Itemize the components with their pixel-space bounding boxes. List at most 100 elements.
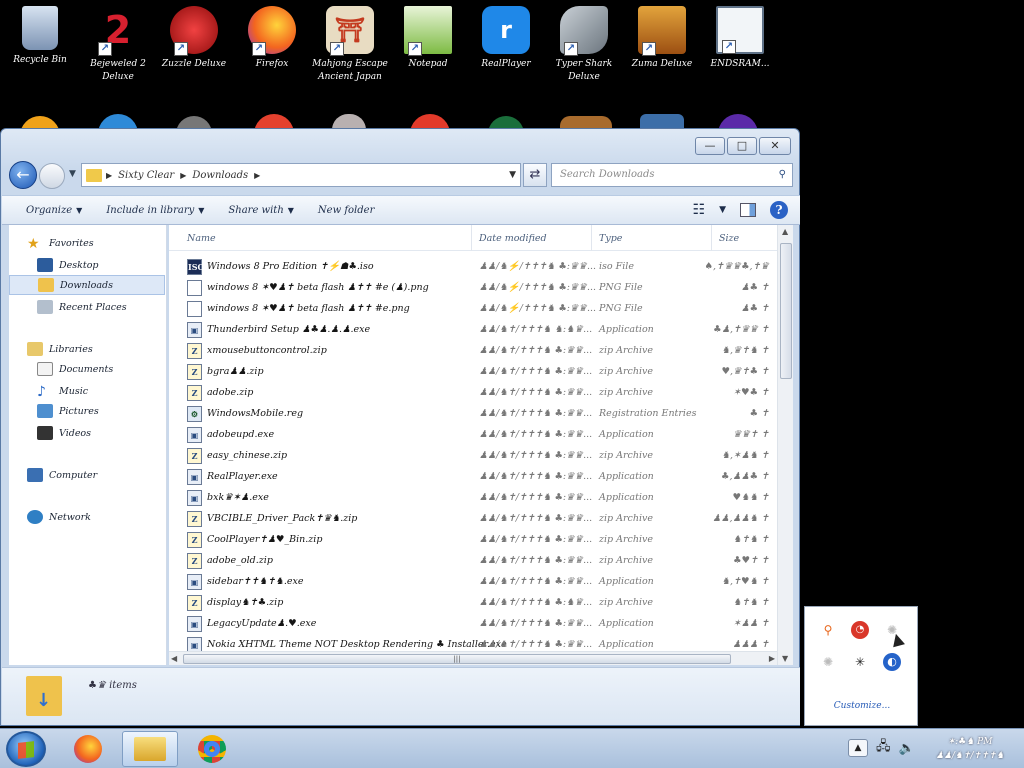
breadcrumb-downloads[interactable]: Downloads bbox=[192, 170, 248, 181]
table-row[interactable]: ISO Windows 8 Pro Edition ✝⚡☗♣.iso ♟♟/♞⚡/✝… bbox=[169, 257, 777, 278]
file-size: ♣,♟♟♣ ✝ bbox=[720, 471, 769, 482]
desktop-icon-realplayer[interactable]: r RealPlayer bbox=[468, 6, 544, 71]
sync-icon[interactable]: ◐ bbox=[883, 653, 901, 671]
navigation-pane: ★ Favorites Desktop Downloads Recent Plac… bbox=[9, 225, 167, 665]
table-row[interactable]: Zeasy_chinese.zip ♟♟/♞✝/✝✝✝♞ ♣:♛♛... zip A… bbox=[169, 446, 777, 467]
table-row[interactable]: ▣ bxk♛✶♟.exe ♟♟/♞✝/✝✝✝♞ ♣:♛♛... Application… bbox=[169, 488, 777, 509]
maximize-button[interactable]: □ bbox=[727, 137, 757, 155]
caption-buttons: — □ ✕ bbox=[695, 137, 791, 155]
loading-icon[interactable]: ✺ bbox=[819, 653, 837, 671]
table-row[interactable]: Zadobe.zip ♟♟/♞✝/✝✝✝♞ ♣:♛♛... zip Archive ✶… bbox=[169, 383, 777, 404]
file-size: ✶♟♟ ✝ bbox=[733, 618, 769, 629]
column-divider[interactable] bbox=[591, 225, 592, 251]
file-type: Application bbox=[599, 492, 654, 503]
taskbar-chrome[interactable] bbox=[184, 731, 240, 767]
table-row[interactable]: ▣ LegacyUpdate♟.♥.exe ♟♟/♞✝/✝✝✝♞ ♣:♛♛... Ap… bbox=[169, 614, 777, 635]
nav-favorites[interactable]: ★ Favorites bbox=[27, 233, 94, 253]
nav-network[interactable]: Network bbox=[27, 507, 91, 527]
taskbar-explorer[interactable] bbox=[122, 731, 178, 767]
column-divider[interactable] bbox=[711, 225, 712, 251]
desktop-icon-notepad[interactable]: ↗ Notepad bbox=[390, 6, 466, 71]
nav-videos[interactable]: Videos bbox=[37, 423, 91, 443]
desktop-icon-mahjong[interactable]: ⛩ ↗ Mahjong Escape Ancient Japan bbox=[312, 6, 388, 84]
table-row[interactable]: Zbgra♟♟.zip ♟♟/♞✝/✝✝✝♞ ♣:♛♛... zip Archive… bbox=[169, 362, 777, 383]
breadcrumb-sixty-clear[interactable]: Sixty Clear bbox=[118, 170, 174, 181]
column-header-type[interactable]: Type bbox=[599, 233, 622, 244]
customize-link[interactable]: Customize... bbox=[805, 701, 919, 711]
close-button[interactable]: ✕ bbox=[759, 137, 791, 155]
desktop-icon-recycle-bin[interactable]: Recycle Bin bbox=[2, 6, 78, 67]
asterisk-icon[interactable]: ✳ bbox=[851, 653, 869, 671]
refresh-button[interactable]: ⇄ bbox=[523, 163, 547, 187]
new-folder-button[interactable]: New folder bbox=[318, 205, 374, 216]
column-header-size[interactable]: Size bbox=[719, 233, 739, 244]
nav-recent-places[interactable]: Recent Places bbox=[37, 297, 127, 317]
column-divider[interactable] bbox=[471, 225, 472, 251]
table-row[interactable]: ⚙ WindowsMobile.reg ♟♟/♞✝/✝✝✝♞ ♣:♛♛... Regi… bbox=[169, 404, 777, 425]
chrome-icon bbox=[198, 735, 226, 763]
file-name: xmousebuttoncontrol.zip bbox=[207, 345, 327, 356]
table-row[interactable]: ▣ Thunderbird Setup ♟♣♟.♟.♟.exe ♟♟/♞✝/✝✝✝♞… bbox=[169, 320, 777, 341]
include-in-library-button[interactable]: Include in library ▼ bbox=[106, 205, 204, 216]
view-dropdown[interactable]: ▼ bbox=[719, 205, 726, 215]
forward-button[interactable] bbox=[39, 163, 65, 189]
back-button[interactable]: ← bbox=[9, 161, 37, 189]
file-name: windows 8 ✶♥♟✝ beta flash ♟✝✝ #e.png bbox=[207, 303, 410, 314]
start-button[interactable] bbox=[6, 731, 46, 767]
nav-label: Libraries bbox=[49, 343, 93, 355]
preview-pane-icon[interactable] bbox=[740, 203, 756, 217]
table-row[interactable]: Zdisplay♞✝♣.zip ♟♟/♞✝/✝✝✝♞ ♣:♞♛... zip Arc… bbox=[169, 593, 777, 614]
desktop-icon-label: RealPlayer bbox=[481, 59, 531, 69]
table-row[interactable]: Zxmousebuttoncontrol.zip ♟♟/♞✝/✝✝✝♞ ♣:♛♛.… bbox=[169, 341, 777, 362]
organize-button[interactable]: Organize ▼ bbox=[26, 205, 82, 216]
taskbar-firefox[interactable] bbox=[60, 731, 116, 767]
horizontal-scrollbar[interactable]: ◀ ||| ▶ bbox=[169, 651, 777, 665]
scroll-thumb[interactable] bbox=[780, 243, 792, 379]
show-hidden-icons-button[interactable]: ▲ bbox=[848, 739, 868, 757]
column-header-name[interactable]: Name bbox=[187, 233, 216, 244]
nav-libraries[interactable]: Libraries bbox=[27, 339, 93, 359]
desktop-icon-endsram[interactable]: ↗ ENDSRAM... bbox=[702, 6, 778, 71]
share-with-button[interactable]: Share with ▼ bbox=[228, 205, 294, 216]
network-icon[interactable]: 🖧 bbox=[876, 737, 891, 759]
scroll-left-arrow[interactable]: ◀ bbox=[171, 654, 177, 663]
desktop-icon-label: Notepad bbox=[408, 59, 448, 69]
nav-music[interactable]: ♪ Music bbox=[37, 381, 88, 401]
address-dropdown[interactable]: ▼ bbox=[509, 170, 516, 180]
table-row[interactable]: Zadobe_old.zip ♟♟/♞✝/✝✝✝♞ ♣:♛♛... zip Arch… bbox=[169, 551, 777, 572]
nav-documents[interactable]: Documents bbox=[37, 359, 113, 379]
scroll-down-arrow[interactable]: ▼ bbox=[782, 654, 788, 663]
table-row[interactable]: ▣ sidebar✝✝♞✝♞.exe ♟♟/♞✝/✝✝✝♞ ♣:♛♛... Appli… bbox=[169, 572, 777, 593]
search-input[interactable]: Search Downloads ⚲ bbox=[551, 163, 793, 187]
table-row[interactable]: windows 8 ✶♥♟✝ beta flash ♟✝✝ #e (♟).png… bbox=[169, 278, 777, 299]
scroll-thumb-h[interactable]: ||| bbox=[183, 654, 731, 664]
nav-computer[interactable]: Computer bbox=[27, 465, 97, 485]
desktop-icon-typer-shark[interactable]: ↗ Typer Shark Deluxe bbox=[546, 6, 622, 84]
scroll-up-arrow[interactable]: ▲ bbox=[782, 227, 788, 236]
table-row[interactable]: ▣ RealPlayer.exe ♟♟/♞✝/✝✝✝♞ ♣:♛♛... Applica… bbox=[169, 467, 777, 488]
table-row[interactable]: windows 8 ✶♥♟✝ beta flash ♟✝✝ #e.png ♟♟/♞… bbox=[169, 299, 777, 320]
clock[interactable]: ✶:♣♞ PM ♟♟/♞✝/✝✝✝♞ bbox=[930, 735, 1010, 763]
file-date: ♟♟/♞✝/✝✝✝♞ ♣:♛♛... bbox=[479, 345, 593, 356]
column-header-date[interactable]: Date modified bbox=[479, 233, 547, 244]
clock-icon[interactable]: ◔ bbox=[851, 621, 869, 639]
desktop-icon-zuma[interactable]: ↗ Zuma Deluxe bbox=[624, 6, 700, 71]
recent-pages-dropdown[interactable]: ▼ bbox=[69, 169, 76, 179]
change-view-icon[interactable]: ☷ bbox=[693, 202, 706, 218]
desktop-icon-bejeweled[interactable]: 2 ↗ Bejeweled 2 Deluxe bbox=[80, 6, 156, 84]
desktop-icon-firefox[interactable]: ↗ Firefox bbox=[234, 6, 310, 71]
scroll-right-arrow[interactable]: ▶ bbox=[769, 654, 775, 663]
nav-downloads[interactable]: Downloads bbox=[9, 275, 165, 295]
minimize-button[interactable]: — bbox=[695, 137, 725, 155]
table-row[interactable]: ▣ adobeupd.exe ♟♟/♞✝/✝✝✝♞ ♣:♛♛... Applicati… bbox=[169, 425, 777, 446]
table-row[interactable]: Z CoolPlayer✝♟♥_Bin.zip ♟♟/♞✝/✝✝✝♞ ♣:♛♛...… bbox=[169, 530, 777, 551]
desktop-icon-zuzzle[interactable]: ↗ Zuzzle Deluxe bbox=[156, 6, 232, 71]
vertical-scrollbar[interactable]: ▲ ▼ bbox=[777, 225, 793, 665]
volume-icon[interactable]: 🔈 bbox=[899, 741, 915, 756]
table-row[interactable]: Z VBCIBLE_Driver_Pack✝♛♞.zip ♟♟/♞✝/✝✝✝♞ ♣:… bbox=[169, 509, 777, 530]
nav-pictures[interactable]: Pictures bbox=[37, 401, 99, 421]
address-bar[interactable]: ▶ Sixty Clear ▶ Downloads ▶ ▼ bbox=[81, 163, 521, 187]
key-icon[interactable]: ⚲ bbox=[819, 621, 837, 639]
nav-desktop[interactable]: Desktop bbox=[37, 255, 99, 275]
help-button[interactable]: ? bbox=[770, 201, 788, 219]
